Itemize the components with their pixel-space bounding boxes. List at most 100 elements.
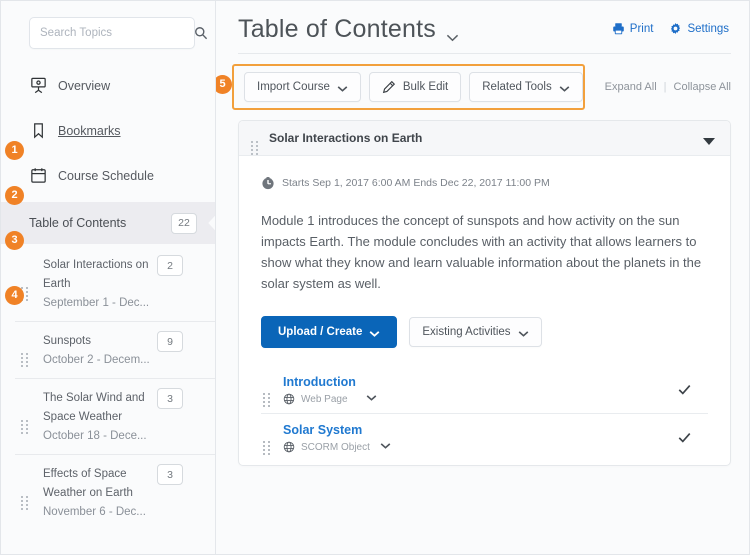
print-label: Print [629, 22, 654, 35]
page-header: Table of Contents Print Settings [216, 1, 749, 44]
chevron-down-icon[interactable] [366, 388, 377, 401]
collapse-all-link[interactable]: Collapse All [674, 81, 731, 93]
search-container [29, 17, 208, 49]
chevron-down-icon [369, 329, 380, 338]
check-icon [677, 430, 692, 445]
topic-title: The Solar Wind and Space Weather [43, 392, 145, 423]
chevron-down-icon[interactable] [446, 29, 459, 41]
module-title: Solar Interactions on Earth [269, 131, 423, 145]
sidebar-item-overview[interactable]: Overview [1, 63, 215, 108]
callout-badge-3: 3 [5, 231, 24, 250]
drag-handle-icon[interactable] [21, 409, 29, 425]
drag-handle-icon[interactable] [263, 382, 271, 398]
drag-handle-icon[interactable] [21, 342, 29, 358]
link-separator: | [663, 81, 667, 93]
sidebar: 1 Overview 2 [1, 1, 216, 554]
chevron-down-icon [518, 329, 529, 337]
module-description: Module 1 introduces the concept of sunsp… [261, 213, 702, 291]
settings-button[interactable]: Settings [669, 22, 729, 35]
module-actions: Upload / Create Existing Activities [261, 316, 708, 348]
print-button[interactable]: Print [612, 22, 654, 35]
table-row[interactable]: Introduction Web Page [261, 366, 708, 414]
printer-icon [613, 23, 624, 35]
caret-down-icon[interactable] [702, 133, 716, 145]
sidebar-item-label: Bookmarks [58, 123, 121, 138]
upload-create-button[interactable]: Upload / Create [261, 316, 398, 348]
chevron-down-icon [559, 84, 570, 92]
sidebar-item-label: Table of Contents [29, 216, 127, 230]
bulk-edit-label: Bulk Edit [402, 81, 449, 93]
calendar-icon [29, 166, 48, 185]
module-header[interactable]: Solar Interactions on Earth [239, 121, 730, 156]
import-course-label: Import Course [257, 81, 330, 93]
table-row[interactable]: Solar System SCORM Object [261, 414, 708, 461]
sidebar-item-count: 22 [171, 212, 197, 234]
topic-link[interactable]: Introduction [283, 374, 356, 390]
toolbar: 5 Import Course Bulk Edit Related Tools … [216, 64, 749, 110]
globe-icon [283, 441, 295, 453]
search-box[interactable] [29, 17, 208, 49]
topic-type: Web Page [301, 393, 348, 405]
topic-dates: September 1 - Dec... [43, 297, 150, 309]
module-body: Starts Sep 1, 2017 6:00 AM Ends Dec 22, … [239, 156, 730, 465]
drag-handle-icon[interactable] [263, 430, 271, 446]
list-item[interactable]: Effects of Space Weather on Earth Novemb… [15, 455, 215, 530]
drag-handle-icon[interactable] [251, 130, 259, 146]
gear-icon [671, 22, 681, 35]
globe-icon [283, 393, 295, 405]
clock-icon [261, 176, 275, 190]
topic-count: 2 [157, 255, 183, 276]
module-card: Solar Interactions on Earth Starts Sep 1… [238, 120, 731, 466]
topic-type: SCORM Object [301, 441, 370, 453]
upload-create-label: Upload / Create [278, 326, 363, 338]
topic-count: 3 [157, 388, 183, 409]
topic-dates: October 2 - Decem... [43, 354, 150, 366]
sidebar-nav: 1 Overview 2 Bookmarks 3 Course Schedule… [1, 63, 215, 530]
topic-link[interactable]: Solar System [283, 422, 370, 438]
callout-badge-2: 2 [5, 186, 24, 205]
list-item[interactable]: Sunspots October 2 - Decem... 9 [15, 322, 215, 379]
drag-handle-icon[interactable] [21, 485, 29, 501]
module-dates-row: Starts Sep 1, 2017 6:00 AM Ends Dec 22, … [261, 176, 708, 190]
list-item[interactable]: Solar Interactions on Earth September 1 … [15, 246, 215, 322]
topic-title: Solar Interactions on Earth [43, 259, 149, 290]
topic-dates: October 18 - Dece... [43, 430, 147, 442]
related-tools-button[interactable]: Related Tools [469, 72, 583, 102]
sidebar-item-course-schedule[interactable]: Course Schedule [1, 153, 215, 198]
import-course-button[interactable]: Import Course [244, 72, 361, 102]
module-dates: Starts Sep 1, 2017 6:00 AM Ends Dec 22, … [282, 177, 550, 189]
search-icon[interactable] [194, 26, 208, 40]
sidebar-topic-list: Solar Interactions on Earth September 1 … [1, 246, 215, 530]
content-browser-window: 1 Overview 2 [0, 0, 750, 555]
sidebar-item-bookmarks[interactable]: Bookmarks [1, 108, 215, 153]
sidebar-item-label: Course Schedule [58, 168, 154, 183]
search-input[interactable] [40, 27, 194, 39]
header-actions: Print Settings [612, 15, 729, 35]
presentation-icon [29, 76, 48, 95]
bookmark-icon [29, 121, 48, 140]
sidebar-item-label: Overview [58, 78, 111, 93]
callout-badge-5: 5 [216, 75, 232, 94]
expand-all-link[interactable]: Expand All [605, 81, 657, 93]
related-tools-label: Related Tools [482, 81, 552, 93]
existing-activities-button[interactable]: Existing Activities [409, 317, 542, 347]
chevron-down-icon[interactable] [380, 436, 391, 449]
topic-dates: November 6 - Dec... [43, 506, 146, 518]
bulk-edit-button[interactable]: Bulk Edit [368, 72, 462, 102]
callout-badge-1: 1 [5, 141, 24, 160]
header-divider [238, 53, 731, 54]
topic-count: 3 [157, 464, 183, 485]
list-item[interactable]: The Solar Wind and Space Weather October… [15, 379, 215, 455]
main-content: Table of Contents Print Settings 5 Impor… [216, 1, 749, 554]
check-icon [677, 382, 692, 397]
page-title: Table of Contents [238, 15, 436, 43]
topic-title: Sunspots [43, 335, 91, 347]
settings-label: Settings [687, 22, 729, 35]
topic-title: Effects of Space Weather on Earth [43, 468, 133, 499]
callout-badge-4: 4 [5, 286, 24, 305]
chevron-down-icon [337, 84, 348, 92]
sidebar-item-table-of-contents[interactable]: Table of Contents 22 [1, 202, 215, 244]
existing-activities-label: Existing Activities [422, 326, 511, 338]
topic-count: 9 [157, 331, 183, 352]
pencil-icon [382, 80, 396, 94]
